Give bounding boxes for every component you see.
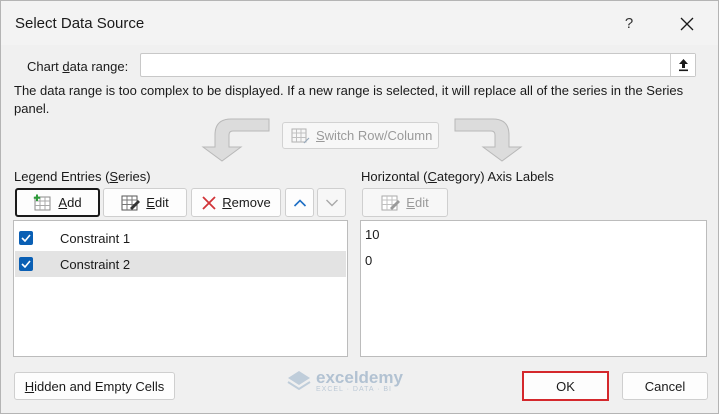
add-table-icon bbox=[34, 194, 51, 210]
upload-arrow-icon bbox=[678, 59, 688, 72]
chart-data-range-label: Chart data range: bbox=[27, 59, 129, 74]
series-label: Constraint 2 bbox=[60, 256, 131, 272]
series-checkbox[interactable] bbox=[19, 257, 33, 271]
check-icon bbox=[21, 234, 31, 242]
cancel-button[interactable]: Cancel bbox=[622, 372, 708, 400]
chart-data-range-input[interactable] bbox=[140, 53, 696, 77]
help-icon: ? bbox=[624, 15, 634, 32]
remove-label: Remove bbox=[222, 195, 271, 210]
watermark-name: exceldemy bbox=[316, 368, 403, 387]
check-icon bbox=[21, 260, 31, 268]
series-label: Constraint 1 bbox=[60, 230, 131, 246]
series-row[interactable]: Constraint 1 bbox=[15, 225, 346, 251]
remove-series-button[interactable]: Remove bbox=[191, 188, 281, 217]
close-icon bbox=[680, 17, 694, 31]
switch-row-column-button[interactable]: Switch Row/Column bbox=[282, 122, 439, 149]
switch-grid-icon bbox=[291, 128, 310, 143]
watermark-tagline: EXCEL · DATA · BI bbox=[316, 386, 392, 393]
move-up-button[interactable] bbox=[285, 188, 314, 217]
series-list: Constraint 1 Constraint 2 bbox=[13, 220, 348, 357]
curved-arrow-right-icon bbox=[454, 118, 523, 162]
series-row[interactable]: Constraint 2 bbox=[15, 251, 346, 277]
exceldemy-logo-icon bbox=[287, 371, 311, 391]
dialog-title: Select Data Source bbox=[15, 15, 145, 32]
remove-x-icon bbox=[202, 195, 216, 210]
edit-table-icon bbox=[381, 195, 401, 210]
select-data-source-dialog: Select Data Source ? Chart data range: T… bbox=[0, 0, 719, 414]
move-down-button[interactable] bbox=[317, 188, 346, 217]
edit-series-button[interactable]: Edit bbox=[103, 188, 187, 217]
edit-axis-labels-button[interactable]: Edit bbox=[362, 188, 448, 217]
close-button[interactable] bbox=[665, 9, 709, 39]
switch-row-column-label: Switch Row/Column bbox=[316, 128, 433, 143]
add-series-button[interactable]: Add bbox=[15, 188, 100, 217]
series-checkbox[interactable] bbox=[19, 231, 33, 245]
add-label: Add bbox=[58, 195, 82, 210]
axis-label-item: 0 bbox=[365, 253, 373, 268]
hidden-empty-cells-button[interactable]: Hidden and Empty Cells bbox=[14, 372, 175, 400]
legend-entries-title: Legend Entries (Series) bbox=[14, 169, 151, 184]
curved-arrow-left-icon bbox=[201, 118, 270, 162]
axis-labels-list: 10 0 bbox=[360, 220, 707, 357]
chevron-up-icon bbox=[293, 198, 306, 207]
collapse-range-button[interactable] bbox=[670, 54, 695, 76]
exceldemy-watermark: exceldemy EXCEL · DATA · BI bbox=[287, 369, 403, 393]
axis-label-item: 10 bbox=[365, 227, 380, 242]
hidden-empty-cells-label: Hidden and Empty Cells bbox=[24, 378, 165, 394]
chevron-down-icon bbox=[325, 199, 338, 206]
edit-table-icon bbox=[121, 195, 141, 210]
ok-button[interactable]: OK bbox=[522, 371, 609, 401]
axis-labels-title: Horizontal (Category) Axis Labels bbox=[361, 169, 554, 184]
axis-edit-label: Edit bbox=[406, 195, 429, 210]
help-button[interactable]: ? bbox=[609, 9, 649, 39]
title-bar: Select Data Source ? bbox=[1, 1, 718, 45]
range-notice-text: The data range is too complex to be disp… bbox=[14, 83, 684, 116]
edit-label: Edit bbox=[146, 195, 169, 210]
